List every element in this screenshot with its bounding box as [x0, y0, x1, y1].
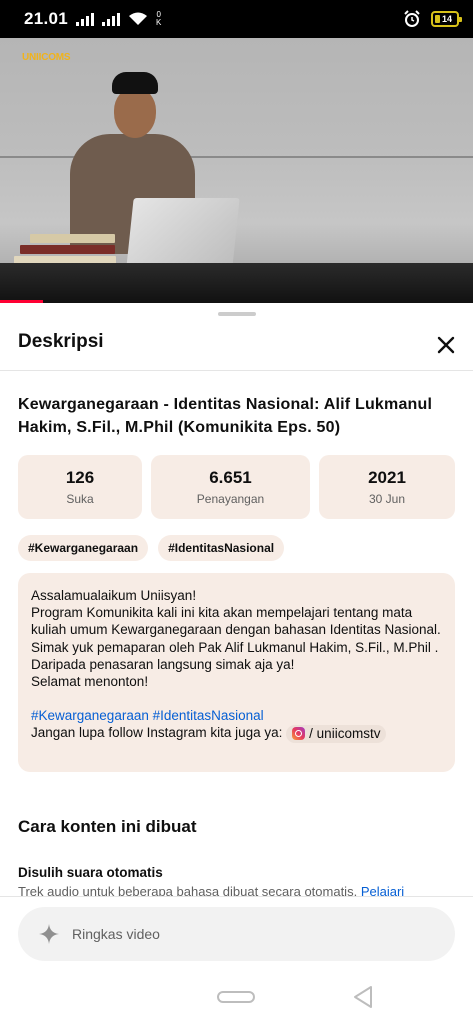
description-box: Assalamualaikum Uniisyan! Program Komuni… [18, 573, 455, 772]
stat-value: 6.651 [209, 468, 252, 487]
likes-stat: 126 Suka [18, 455, 142, 519]
instagram-link-chip[interactable]: / uniicomstv [286, 724, 387, 743]
date-stat: 2021 30 Jun [319, 455, 455, 519]
description-sheet: Deskripsi Kewarganegaraan - Identitas Na… [0, 303, 473, 1024]
sheet-title: Deskripsi [18, 331, 104, 352]
desc-line: Selamat menonton! [31, 674, 149, 690]
channel-logo: UNIICOMS [22, 52, 71, 63]
stat-value: 126 [65, 468, 95, 487]
summarize-video-button[interactable]: Ringkas video [18, 907, 455, 961]
section-title: Cara konten ini dibuat [18, 817, 197, 836]
stat-label: 30 Jun [368, 492, 406, 506]
laptop-image [126, 198, 240, 268]
sparkle-icon [39, 924, 59, 944]
status-bar: 21.01 0 K 14 [0, 0, 473, 38]
views-stat: 6.651 Penayangan [151, 455, 310, 519]
desc-line: Simak yuk pemaparan oleh Pak Alif Lukman… [31, 639, 439, 672]
stat-label: Suka [66, 492, 94, 506]
wifi-icon [129, 12, 148, 25]
stat-value: 2021 [368, 468, 406, 487]
hashtag-chip[interactable]: #Kewarganegaraan [18, 535, 149, 561]
desc-line: Assalamualaikum Uniisyan! [31, 588, 197, 603]
system-nav-bar [0, 977, 473, 1024]
signal-icon [76, 12, 95, 26]
hashtag-chip[interactable]: #IdentitasNasional [158, 535, 285, 561]
instagram-icon [292, 727, 306, 741]
instagram-handle: / uniicomstv [309, 726, 381, 742]
close-icon[interactable] [432, 331, 460, 359]
home-button[interactable] [217, 991, 255, 1003]
auto-dub-title: Disulih suara otomatis [18, 865, 163, 880]
status-time: 21.01 [24, 9, 69, 28]
alarm-icon [404, 10, 420, 27]
desc-hashtags-link[interactable]: #Kewarganegaraan #IdentitasNasional [31, 707, 443, 724]
sheet-header: Deskripsi [0, 317, 473, 371]
desc-line: Program Komunikita kali ini kita akan me… [31, 605, 441, 638]
battery-icon: 14 [431, 11, 462, 27]
drag-handle[interactable] [218, 312, 256, 316]
desc-follow-line: Jangan lupa follow Instagram kita juga y… [31, 724, 443, 743]
follow-text: Jangan lupa follow Instagram kita juga y… [31, 725, 283, 741]
video-player[interactable]: UNIICOMS [0, 38, 473, 303]
signal-icon-2 [102, 12, 121, 26]
tags-row: #Kewarganegaraan #IdentitasNasional [18, 535, 285, 561]
stat-label: Penayangan [196, 492, 265, 506]
summarize-label: Ringkas video [72, 926, 160, 942]
video-title: Kewarganegaraan - Identitas Nasional: Al… [18, 396, 433, 436]
stats-row: 126 Suka 6.651 Penayangan 2021 30 Jun [18, 455, 455, 519]
network-speed: 0 K [156, 10, 162, 27]
back-icon[interactable] [352, 985, 374, 1009]
bottom-bar: Ringkas video [0, 896, 473, 1024]
